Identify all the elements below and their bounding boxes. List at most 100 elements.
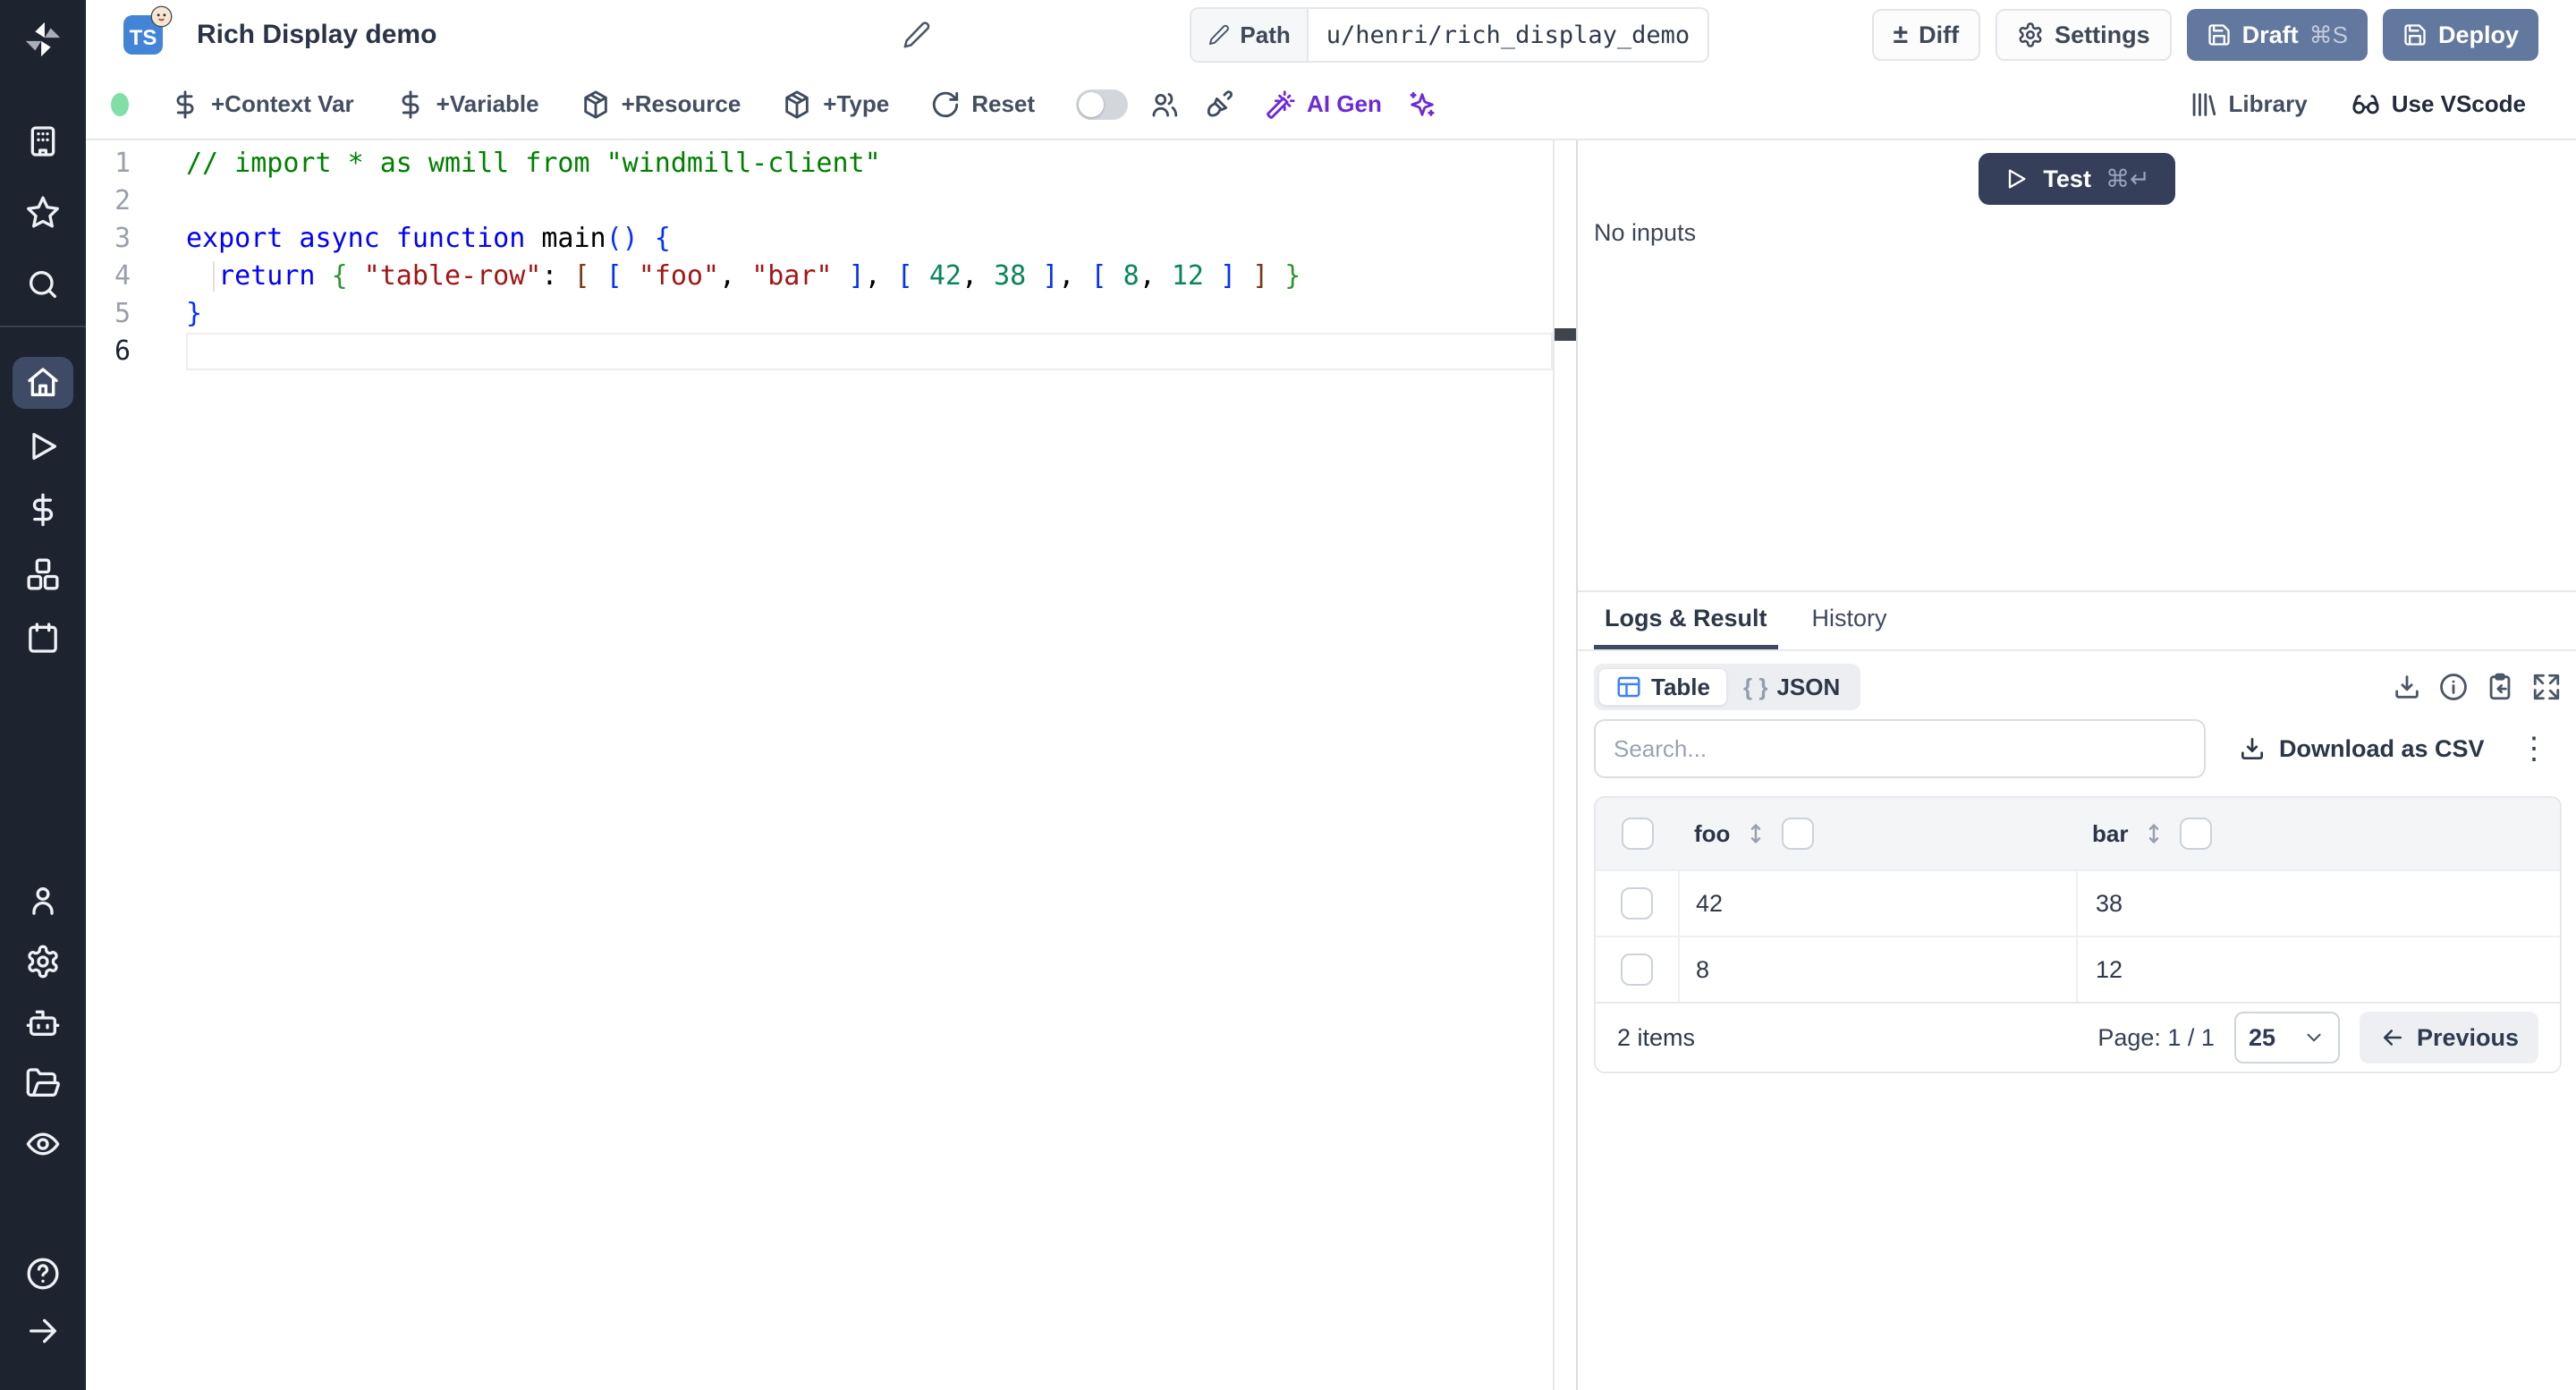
chevron-down-icon (2307, 1033, 2321, 1042)
sidebar-item-schedules-calendar-icon[interactable] (16, 618, 70, 657)
dollar-icon (176, 89, 194, 119)
status-green-dot (111, 92, 129, 116)
play-icon (2009, 169, 2026, 189)
add-context-var-button[interactable]: +Context Var (170, 89, 354, 120)
language-badge: TS (123, 5, 173, 55)
edit-summary-pencil-icon[interactable] (902, 20, 932, 50)
deploy-button[interactable]: Deploy (2382, 9, 2538, 61)
row-checkbox[interactable] (1621, 887, 1653, 920)
right-panel: Test ⌘↵ No inputs Logs & Result History (1578, 140, 2576, 1390)
workspace-building-icon[interactable] (16, 122, 70, 161)
code-lines: 1 // import * as wmill from "windmill-cli… (86, 140, 1576, 370)
column-select-checkbox[interactable] (1782, 818, 1815, 850)
code-line-row[interactable]: 2 (86, 182, 1576, 220)
draft-shortcut: ⌘S (2309, 21, 2348, 48)
use-vscode-button[interactable]: Use VScode (2351, 89, 2526, 120)
code-line-row[interactable]: 6 (86, 333, 1576, 370)
refresh-icon (933, 91, 959, 117)
path-widget[interactable]: Path u/henri/rich_display_demo (1190, 7, 1710, 63)
paintbrush-icon[interactable] (1205, 89, 1235, 120)
download-icon (2241, 738, 2263, 759)
add-resource-button[interactable]: +Resource (580, 89, 741, 120)
table-row[interactable]: 42 38 (1596, 869, 2560, 936)
code-line-row[interactable]: 3 export async function main() { (86, 220, 1576, 258)
sidebar-item-folders-icon[interactable] (16, 1064, 70, 1103)
code-line-row[interactable]: 1 // import * as wmill from "windmill-cli… (86, 145, 1576, 182)
line-number: 2 (114, 185, 131, 216)
page-size-select[interactable]: 25 (2233, 1012, 2340, 1064)
sidebar-item-settings-gear-icon[interactable] (16, 942, 70, 981)
view-json-button[interactable]: { } JSON (1727, 668, 1856, 706)
save-icon (2404, 24, 2426, 46)
code-line[interactable]: // import * as wmill from "windmill-clie… (186, 145, 1553, 182)
copy-to-clipboard-icon[interactable] (2485, 672, 2515, 702)
face-emoji-badge (149, 4, 174, 33)
users-round-icon[interactable] (1149, 89, 1180, 120)
expand-sidebar-arrow-icon[interactable] (16, 1311, 70, 1351)
code-line[interactable]: return { "table-row": [ [ "foo", "bar" ]… (186, 258, 1553, 295)
line-number: 4 (114, 260, 131, 292)
column-header-bar: bar (2078, 798, 2560, 869)
search-icon[interactable] (16, 265, 70, 304)
sidebar-item-users-icon[interactable] (16, 881, 70, 920)
code-line-row[interactable]: 4 return { "table-row": [ [ "foo", "bar"… (86, 258, 1576, 295)
kebab-menu-icon[interactable]: ⋮ (2519, 733, 2549, 764)
path-value[interactable]: u/henri/rich_display_demo (1308, 9, 1708, 61)
column-label: foo (1694, 819, 1731, 847)
sidebar-item-runs-play-icon[interactable] (16, 427, 70, 466)
sidebar-item-home[interactable] (13, 357, 73, 409)
table-footer: 2 items Page: 1 / 1 25 Previous (1596, 1002, 2560, 1072)
diff-button[interactable]: ± Diff (1871, 9, 1981, 61)
download-result-icon[interactable] (2392, 672, 2422, 702)
magic-wand-icon (1267, 89, 1295, 119)
code-editor[interactable]: 1 // import * as wmill from "windmill-cli… (86, 140, 1576, 1390)
info-icon[interactable] (2438, 672, 2469, 702)
table-cell: 12 (2096, 955, 2123, 983)
sort-icon[interactable] (1742, 820, 1769, 847)
expand-fullscreen-icon[interactable] (2531, 672, 2562, 702)
code-line[interactable]: export async function main() { (186, 220, 1553, 258)
scrollbar-cursor-marker (1555, 328, 1576, 341)
reset-button[interactable]: Reset (930, 89, 1035, 120)
sidebar-item-resources-boxes-icon[interactable] (16, 555, 70, 594)
braces-icon: { } (1742, 673, 1768, 700)
path-label-segment: Path (1191, 9, 1309, 61)
table-row[interactable]: 8 12 (1596, 936, 2560, 1002)
code-line[interactable] (186, 333, 1553, 370)
ai-gen-button[interactable]: AI Gen (1266, 89, 1382, 120)
editor-scrollbar[interactable] (1553, 140, 1576, 1390)
multiplayer-toggle[interactable] (1076, 89, 1129, 120)
settings-button[interactable]: Settings (1996, 9, 2172, 61)
app-root: TS Rich Display demo Path u/henri/rich_d… (0, 0, 2576, 1390)
path-label: Path (1240, 21, 1291, 48)
column-select-checkbox[interactable] (2180, 818, 2213, 850)
view-table-button[interactable]: Table (1598, 668, 1727, 706)
draft-button[interactable]: Draft ⌘S (2186, 9, 2368, 61)
view-toggle: Table { } JSON (1594, 664, 1861, 710)
sidebar-item-workers-robot-icon[interactable] (16, 1003, 70, 1042)
select-all-checkbox[interactable] (1622, 818, 1654, 850)
code-line-row[interactable]: 5} (86, 295, 1576, 333)
sparkles-icon (1410, 91, 1435, 116)
add-variable-button[interactable]: +Variable (395, 89, 539, 120)
help-circle-icon[interactable] (16, 1254, 70, 1293)
download-as-csv-button[interactable]: Download as CSV (2238, 734, 2485, 763)
favorites-star-icon[interactable] (16, 192, 70, 232)
search-input[interactable] (1594, 719, 2206, 778)
code-line[interactable] (186, 182, 1553, 220)
previous-page-button[interactable]: Previous (2359, 1012, 2538, 1064)
test-button[interactable]: Test ⌘↵ (1979, 153, 2175, 205)
tab-history[interactable]: History (1801, 592, 1898, 649)
code-line[interactable]: } (186, 295, 1553, 333)
sidebar-item-audit-eye-icon[interactable] (16, 1124, 70, 1164)
save-icon (2207, 24, 2230, 46)
row-checkbox[interactable] (1621, 954, 1653, 986)
add-type-button[interactable]: +Type (782, 89, 889, 120)
tab-logs-result[interactable]: Logs & Result (1594, 592, 1778, 649)
sparkles-icon[interactable] (1407, 89, 1437, 120)
column-header-foo: foo (1680, 798, 2078, 869)
windmill-logo-icon[interactable] (16, 18, 70, 61)
library-button[interactable]: Library (2188, 89, 2308, 120)
sort-icon[interactable] (2140, 820, 2167, 847)
sidebar-item-variables-dollar-icon[interactable] (16, 490, 70, 530)
